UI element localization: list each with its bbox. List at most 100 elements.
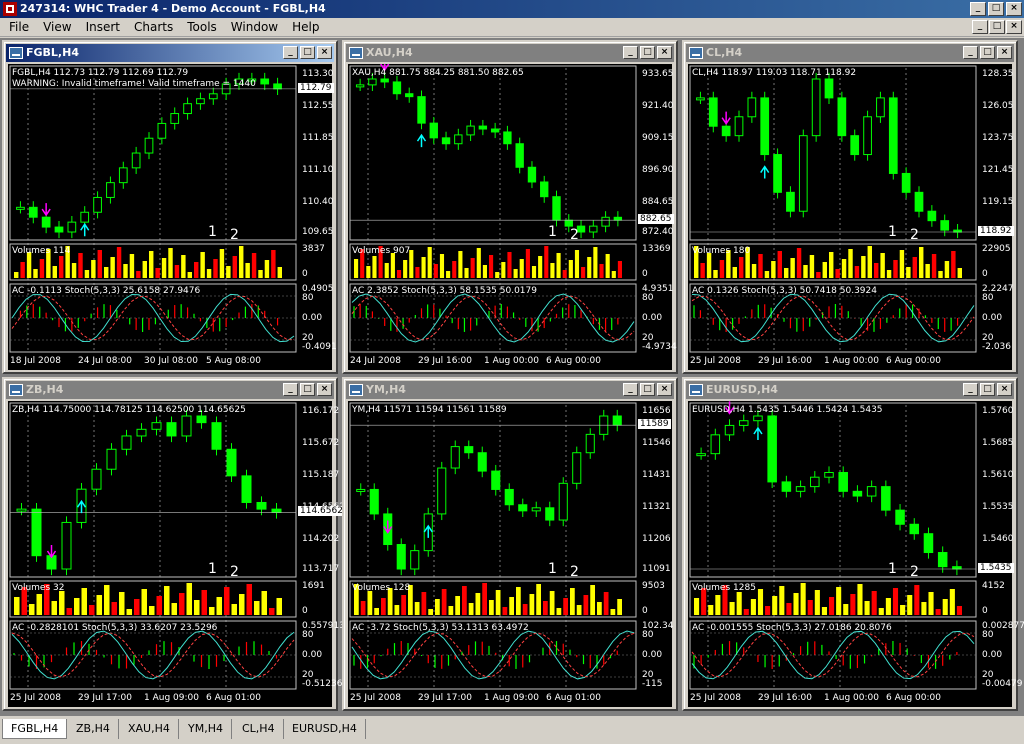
chart-svg	[689, 65, 977, 353]
close-button[interactable]: ×	[1006, 2, 1022, 16]
volume-bar	[871, 591, 877, 615]
chart-window-fgbl[interactable]: FGBL,H4 _ □ × FGBL,H4 112.73 112.79 112.69 1…	[2, 40, 338, 374]
volume-bar	[885, 598, 891, 615]
candle-body	[585, 433, 595, 454]
volume-bar	[81, 588, 87, 615]
chart-area[interactable]: CL,H4 118.97 119.03 118.71 118.92 128.35 1…	[688, 64, 1014, 370]
candle-body	[271, 508, 282, 513]
chart-minimize-button[interactable]: _	[963, 46, 978, 59]
volume-bar	[841, 259, 847, 278]
chart-minimize-button[interactable]: _	[963, 383, 978, 396]
tab-xau[interactable]: XAU,H4	[120, 719, 179, 739]
volume-bar	[84, 270, 90, 278]
menu-file[interactable]: File	[2, 20, 36, 34]
candle-body	[738, 420, 749, 426]
chart-area[interactable]: EURUSD,H4 1.5435 1.5446 1.5424 1.5435 1.5…	[688, 401, 1024, 707]
indicator-scale-label: 80	[642, 630, 654, 640]
chart-close-button[interactable]: ×	[997, 46, 1012, 59]
chart-minimize-button[interactable]: _	[623, 46, 638, 59]
candle-body	[396, 544, 406, 570]
tab-fgbl[interactable]: FGBL,H4	[2, 719, 68, 739]
chart-minimize-button[interactable]: _	[623, 383, 638, 396]
volume-bar	[603, 592, 609, 615]
chart-window-titlebar[interactable]: CL,H4 _ □ ×	[686, 44, 1014, 62]
menu-help[interactable]: Help	[285, 20, 326, 34]
volume-bar	[136, 271, 141, 278]
chart-close-button[interactable]: ×	[997, 383, 1012, 396]
chart-close-button[interactable]: ×	[657, 383, 672, 396]
candle-body	[837, 97, 847, 137]
menu-insert[interactable]: Insert	[79, 20, 127, 34]
volume-bar	[201, 590, 207, 615]
volume-bar	[829, 597, 835, 615]
volume-bar	[843, 604, 849, 615]
candle-body	[696, 97, 705, 101]
volume-bar	[396, 270, 402, 278]
chart-window-ym[interactable]: YM,H4 _ □ × YM,H4 11571 11594 11561 11589 116…	[342, 377, 678, 711]
candle-body	[54, 226, 64, 233]
volume-bar	[751, 264, 757, 278]
mdi-close-button[interactable]: ×	[1006, 20, 1022, 34]
chart-window-zb[interactable]: ZB,H4 _ □ × ZB,H4 114.75000 114.78125 114.62…	[2, 377, 345, 711]
mdi-restore-button[interactable]: □	[989, 20, 1005, 34]
price-scale-label: 113.717	[302, 564, 340, 574]
chart-maximize-button[interactable]: □	[300, 46, 315, 59]
menu-charts[interactable]: Charts	[127, 20, 180, 34]
candle-body	[136, 428, 147, 437]
mdi-minimize-button[interactable]: _	[972, 20, 988, 34]
chart-window-title: YM,H4	[366, 383, 406, 396]
volume-bar	[568, 260, 573, 278]
tab-eurusd[interactable]: EURUSD,H4	[284, 719, 366, 739]
chart-window-titlebar[interactable]: XAU,H4 _ □ ×	[346, 44, 674, 62]
chart-window-xau[interactable]: XAU,H4 _ □ × XAU,H4 881.75 884.25 881.50 882…	[342, 40, 678, 374]
tab-zb[interactable]: ZB,H4	[68, 719, 119, 739]
volume-bar	[209, 607, 215, 615]
volume-bar	[464, 268, 469, 278]
indicator-scale-label: 80	[302, 293, 314, 303]
annotation-1: 1	[888, 561, 897, 577]
chart-maximize-button[interactable]: □	[980, 46, 995, 59]
chart-window-titlebar[interactable]: YM,H4 _ □ ×	[346, 381, 674, 399]
chart-area[interactable]: YM,H4 11571 11594 11561 11589 11656 11546 1…	[348, 401, 674, 707]
maximize-button[interactable]: □	[988, 2, 1004, 16]
volume-bar	[36, 594, 42, 615]
volume-bar	[878, 608, 884, 615]
chart-window-eurusd[interactable]: EURUSD,H4 _ □ × EURUSD,H4 1.5435 1.5446 1.54…	[682, 377, 1024, 711]
menu-view[interactable]: View	[36, 20, 78, 34]
volume-bar	[835, 269, 840, 278]
chart-minimize-button[interactable]: _	[283, 46, 298, 59]
chart-maximize-button[interactable]: □	[640, 383, 655, 396]
candle-body	[527, 166, 537, 183]
menu-window[interactable]: Window	[224, 20, 285, 34]
chart-close-button[interactable]: ×	[317, 46, 332, 59]
volume-bar	[141, 589, 147, 615]
chart-window-titlebar[interactable]: FGBL,H4 _ □ ×	[6, 44, 334, 62]
candle-body	[545, 507, 555, 521]
volume-bar	[181, 255, 186, 278]
candle-body	[866, 486, 877, 497]
chart-minimize-button[interactable]: _	[283, 383, 298, 396]
chart-close-button[interactable]: ×	[317, 383, 332, 396]
chart-window-cl[interactable]: CL,H4 _ □ × CL,H4 118.97 119.03 118.71 118.9…	[682, 40, 1018, 374]
chart-close-button[interactable]: ×	[657, 46, 672, 59]
volume-bar	[502, 607, 508, 615]
tab-ym[interactable]: YM,H4	[180, 719, 232, 739]
price-scale-label: 11206	[642, 534, 671, 544]
chart-maximize-button[interactable]: □	[980, 383, 995, 396]
chart-maximize-button[interactable]: □	[640, 46, 655, 59]
chart-area[interactable]: FGBL,H4 112.73 112.79 112.69 112.79 WARNI…	[8, 64, 337, 370]
volume-bar	[226, 266, 231, 278]
tab-cl[interactable]: CL,H4	[234, 719, 284, 739]
chart-window-titlebar[interactable]: EURUSD,H4 _ □ ×	[686, 381, 1014, 399]
minimize-button[interactable]: _	[970, 2, 986, 16]
chart-maximize-button[interactable]: □	[300, 383, 315, 396]
volume-bar	[381, 598, 386, 615]
volume-bar	[277, 267, 282, 278]
candle-body	[612, 415, 622, 426]
volume-bar	[446, 271, 451, 278]
chart-area[interactable]: XAU,H4 881.75 884.25 881.50 882.65 933.65…	[348, 64, 677, 370]
chart-area[interactable]: ZB,H4 114.75000 114.78125 114.62500 114.…	[8, 401, 345, 707]
volume-scale-top: 4152	[982, 581, 1005, 591]
menu-tools[interactable]: Tools	[180, 20, 224, 34]
chart-window-titlebar[interactable]: ZB,H4 _ □ ×	[6, 381, 334, 399]
